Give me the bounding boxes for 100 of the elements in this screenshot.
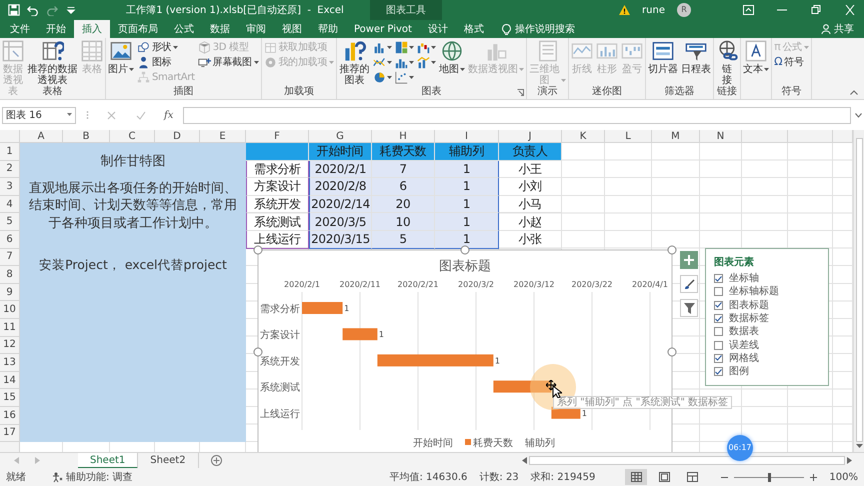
row-header[interactable]: 15 bbox=[0, 389, 20, 407]
ribbon-button[interactable]: 图片 bbox=[107, 40, 135, 75]
checkbox-label[interactable]: 误差线 bbox=[729, 338, 759, 353]
resize-handle[interactable] bbox=[668, 348, 676, 356]
column-header[interactable]: M bbox=[652, 130, 700, 143]
column-header[interactable]: G bbox=[309, 130, 372, 143]
chart-styles-button[interactable] bbox=[680, 275, 698, 293]
scroll-down-icon[interactable] bbox=[856, 444, 862, 449]
row-header[interactable]: 6 bbox=[0, 230, 20, 249]
insert-function-button[interactable]: fx bbox=[164, 108, 174, 122]
ribbon-button[interactable]: 文本 bbox=[742, 40, 770, 75]
ribbon-tab[interactable]: Power Pivot bbox=[346, 20, 420, 38]
row-header[interactable]: 12 bbox=[0, 336, 20, 354]
share-button[interactable]: 共享 bbox=[834, 22, 854, 36]
data-label[interactable]: 1 bbox=[582, 408, 587, 418]
chart-title[interactable]: 图表标题 bbox=[439, 259, 491, 274]
ribbon-tab[interactable]: 格式 bbox=[456, 20, 492, 38]
row-header[interactable]: 4 bbox=[0, 196, 20, 214]
ribbon-tab[interactable]: 页面布局 bbox=[110, 20, 166, 38]
vertical-scrollbar[interactable] bbox=[853, 130, 864, 452]
checkbox-label[interactable]: 坐标轴 bbox=[729, 271, 759, 286]
scrollbar-thumb[interactable] bbox=[856, 138, 862, 442]
close-icon[interactable] bbox=[844, 5, 856, 15]
expand-formula-icon[interactable] bbox=[855, 112, 862, 118]
column-header[interactable]: J bbox=[499, 130, 562, 143]
column-header[interactable]: E bbox=[200, 130, 246, 143]
sheet-tab[interactable]: Sheet1 bbox=[78, 452, 138, 468]
row-header[interactable]: 5 bbox=[0, 213, 20, 231]
ribbon-tab[interactable]: 开始 bbox=[38, 20, 74, 38]
dialog-launcher-icon[interactable] bbox=[517, 89, 524, 96]
ribbon-tab[interactable]: 审阅 bbox=[238, 20, 274, 38]
save-icon[interactable] bbox=[8, 4, 20, 16]
chart-elements-button[interactable] bbox=[680, 251, 698, 269]
ribbon-display-icon[interactable] bbox=[743, 5, 754, 15]
checkbox-label[interactable]: 数据标签 bbox=[729, 311, 769, 326]
undo-icon[interactable] bbox=[27, 4, 39, 16]
ribbon-button[interactable]: 链接 bbox=[715, 40, 740, 86]
ribbon-button[interactable]: 推荐的图表 bbox=[338, 40, 372, 86]
ribbon-tab[interactable]: 数据 bbox=[202, 20, 238, 38]
checkbox-label[interactable]: 图表标题 bbox=[729, 298, 769, 313]
resize-handle[interactable] bbox=[254, 348, 262, 356]
checkbox[interactable] bbox=[714, 327, 723, 336]
name-box[interactable]: 图表 16 bbox=[2, 106, 76, 124]
ribbon-button[interactable]: 形状 bbox=[136, 40, 196, 55]
row-header[interactable]: 16 bbox=[0, 406, 20, 424]
data-label[interactable]: 1 bbox=[344, 304, 350, 313]
ribbon-button[interactable]: 推荐的数据透视表 bbox=[26, 40, 79, 86]
checkbox-label[interactable]: 坐标轴标题 bbox=[729, 284, 779, 300]
row-header[interactable]: 13 bbox=[0, 354, 20, 372]
customize-icon[interactable] bbox=[65, 4, 77, 16]
chart-type-button[interactable] bbox=[394, 40, 416, 55]
checkbox[interactable] bbox=[714, 314, 723, 324]
column-header[interactable]: F bbox=[246, 130, 309, 143]
column-header[interactable]: D bbox=[155, 130, 200, 143]
chart-type-button[interactable] bbox=[416, 55, 438, 70]
column-header[interactable]: L bbox=[605, 130, 652, 143]
chart-type-button[interactable] bbox=[394, 70, 416, 85]
restore-icon[interactable] bbox=[810, 5, 822, 15]
row-header[interactable]: 10 bbox=[0, 301, 20, 319]
column-header[interactable]: A bbox=[20, 130, 63, 143]
scroll-left-icon[interactable] bbox=[522, 457, 527, 464]
data-label[interactable]: 1 bbox=[378, 330, 384, 340]
checkbox[interactable] bbox=[714, 367, 723, 376]
checkbox[interactable] bbox=[714, 300, 723, 310]
checkbox[interactable] bbox=[714, 354, 723, 363]
gantt-bar[interactable] bbox=[493, 380, 552, 393]
checkbox[interactable] bbox=[714, 274, 723, 284]
avatar[interactable]: R bbox=[677, 3, 691, 17]
row-header[interactable]: 17 bbox=[0, 424, 20, 442]
resize-handle[interactable] bbox=[254, 246, 262, 254]
legend-item[interactable]: 辅助列 bbox=[525, 438, 555, 449]
horizontal-scrollbar[interactable] bbox=[529, 456, 845, 465]
column-header[interactable]: K bbox=[562, 130, 605, 143]
legend-item[interactable]: 开始时间 bbox=[413, 438, 453, 449]
zoom-slider[interactable] bbox=[768, 472, 772, 482]
collapse-ribbon-icon[interactable] bbox=[850, 90, 858, 95]
checkbox-label[interactable]: 网格线 bbox=[729, 350, 759, 366]
row-header[interactable]: 2 bbox=[0, 160, 20, 178]
checkbox[interactable] bbox=[714, 287, 723, 296]
ribbon-button[interactable]: 地图 bbox=[438, 40, 466, 75]
checkbox-label[interactable]: 数据表 bbox=[729, 324, 759, 340]
data-label[interactable]: 1 bbox=[494, 356, 500, 366]
ribbon-button[interactable]: 屏幕截图 bbox=[196, 55, 260, 70]
legend-item[interactable]: 耗费天数 bbox=[473, 438, 513, 449]
scroll-right-icon[interactable] bbox=[847, 457, 852, 464]
zoom-level[interactable]: 100% bbox=[829, 470, 858, 484]
search-field[interactable]: 操作说明搜索 bbox=[514, 22, 575, 36]
ribbon-tab[interactable]: 视图 bbox=[274, 20, 310, 38]
chart-type-button[interactable] bbox=[372, 70, 394, 85]
ribbon-button[interactable]: 切片器 bbox=[647, 40, 680, 75]
accessibility-status[interactable]: 辅助功能: 调查 bbox=[66, 470, 133, 484]
row-header[interactable]: 9 bbox=[0, 284, 20, 302]
resize-handle[interactable] bbox=[460, 246, 470, 254]
ribbon-button[interactable]: 日程表 bbox=[680, 40, 712, 75]
ribbon-button[interactable]: Ω 符号 bbox=[773, 55, 810, 70]
row-header[interactable]: 3 bbox=[0, 178, 20, 196]
row-header[interactable]: 1 bbox=[0, 143, 20, 161]
chart-filters-button[interactable] bbox=[680, 299, 698, 317]
row-header[interactable]: 8 bbox=[0, 266, 20, 284]
ribbon-tab[interactable]: 帮助 bbox=[310, 20, 346, 38]
